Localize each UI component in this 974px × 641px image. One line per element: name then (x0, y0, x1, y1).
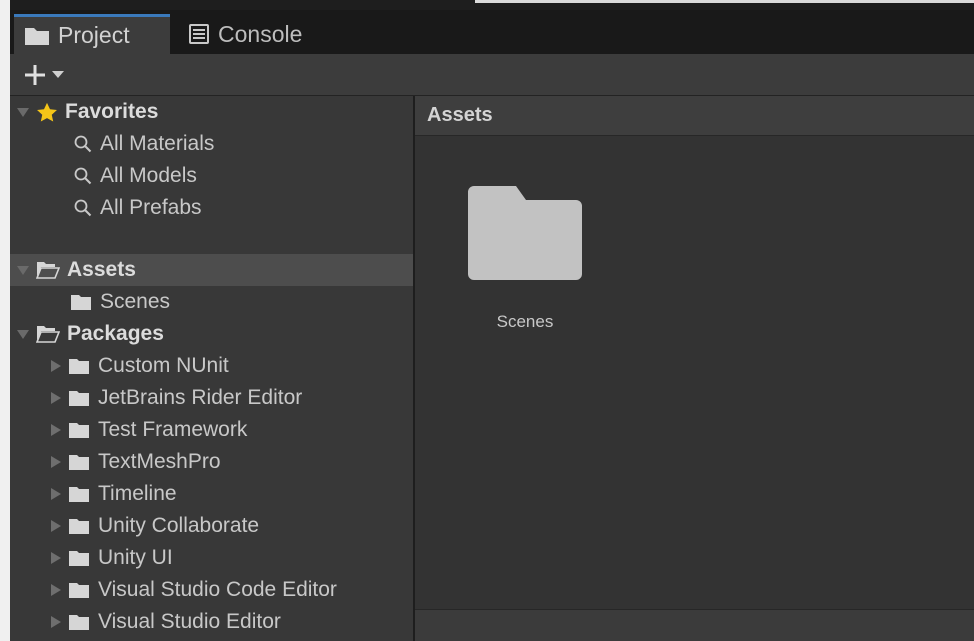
package-timeline[interactable]: Timeline (10, 478, 413, 510)
expand-arrow-right-icon[interactable] (50, 359, 62, 373)
expand-arrow-down-icon[interactable] (16, 327, 30, 341)
tab-console-label: Console (218, 20, 303, 47)
folder-icon (68, 454, 90, 471)
expand-arrow-right-icon[interactable] (50, 391, 62, 405)
top-window-edge (10, 0, 974, 10)
package-label: TextMeshPro (98, 450, 221, 473)
tree-item-label: Scenes (100, 290, 171, 313)
favorite-all-materials[interactable]: All Materials (10, 128, 413, 160)
package-visual-studio-code-editor[interactable]: Visual Studio Code Editor (10, 574, 413, 606)
tree-packages-label: Packages (67, 322, 164, 345)
expand-arrow-right-icon[interactable] (50, 583, 62, 597)
favorite-all-prefabs[interactable]: All Prefabs (10, 192, 413, 224)
package-label: Visual Studio Editor (98, 610, 281, 633)
tab-bar: Project Console (10, 10, 974, 54)
expand-arrow-right-icon[interactable] (50, 487, 62, 501)
expand-arrow-right-icon[interactable] (50, 423, 62, 437)
folder-icon (68, 390, 90, 407)
search-icon (74, 167, 92, 185)
package-label: Test Framework (98, 418, 248, 441)
folder-icon (68, 550, 90, 567)
folder-icon (68, 358, 90, 375)
content-footer-bar (415, 609, 974, 641)
package-test-framework[interactable]: Test Framework (10, 414, 413, 446)
expand-arrow-down-icon[interactable] (16, 263, 30, 277)
star-icon (36, 102, 58, 123)
favorite-label: All Models (100, 164, 197, 187)
package-jetbrains-rider-editor[interactable]: JetBrains Rider Editor (10, 382, 413, 414)
package-visual-studio-editor[interactable]: Visual Studio Editor (10, 606, 413, 638)
plus-icon (24, 64, 46, 86)
favorite-label: All Prefabs (100, 196, 202, 219)
folder-icon (68, 614, 90, 631)
expand-arrow-right-icon[interactable] (50, 551, 62, 565)
favorite-label: All Materials (100, 132, 215, 155)
content-breadcrumb: Assets (415, 96, 974, 136)
tree-assets-scenes[interactable]: Scenes (10, 286, 413, 318)
tree-assets[interactable]: Assets (10, 254, 413, 286)
folder-icon (68, 582, 90, 599)
tree-favorites-label: Favorites (65, 100, 159, 123)
folder-open-icon (36, 325, 60, 343)
expand-arrow-right-icon[interactable] (50, 615, 62, 629)
asset-item-label: Scenes (496, 312, 554, 331)
tab-project[interactable]: Project (14, 14, 170, 54)
tree-packages[interactable]: Packages (10, 318, 413, 350)
favorite-all-models[interactable]: All Models (10, 160, 413, 192)
folder-icon (24, 26, 50, 46)
package-label: JetBrains Rider Editor (98, 386, 303, 409)
package-label: Unity Collaborate (98, 514, 260, 537)
search-icon (74, 135, 92, 153)
folder-icon (68, 422, 90, 439)
package-unity-ui[interactable]: Unity UI (10, 542, 413, 574)
package-custom-nunit[interactable]: Custom NUnit (10, 350, 413, 382)
project-content-panel: Assets Scenes (415, 96, 974, 641)
tree-assets-label: Assets (67, 258, 136, 281)
folder-icon (70, 294, 92, 311)
package-unity-collaborate[interactable]: Unity Collaborate (10, 510, 413, 542)
project-toolbar (10, 54, 974, 96)
package-label: Timeline (98, 482, 177, 505)
package-textmeshpro[interactable]: TextMeshPro (10, 446, 413, 478)
breadcrumb-assets[interactable]: Assets (427, 104, 493, 127)
folder-icon (468, 184, 582, 280)
left-window-edge (0, 0, 10, 641)
expand-arrow-down-icon[interactable] (16, 105, 30, 119)
package-label: Visual Studio Code Editor (98, 578, 337, 601)
asset-item-scenes[interactable]: Scenes (463, 184, 587, 344)
package-label: Unity UI (98, 546, 173, 569)
folder-icon (68, 486, 90, 503)
expand-arrow-right-icon[interactable] (50, 519, 62, 533)
folder-open-icon (36, 261, 60, 279)
tab-console[interactable]: Console (188, 14, 302, 54)
package-label: Custom NUnit (98, 354, 229, 377)
expand-arrow-right-icon[interactable] (50, 455, 62, 469)
tree-favorites[interactable]: Favorites (10, 96, 413, 128)
tab-project-label: Project (58, 22, 130, 48)
folder-icon (68, 518, 90, 535)
search-icon (74, 199, 92, 217)
console-icon (188, 23, 210, 45)
create-button[interactable] (24, 60, 76, 90)
project-tree: Favorites All Materials All Models All P… (10, 96, 415, 641)
caret-down-icon (52, 71, 64, 79)
